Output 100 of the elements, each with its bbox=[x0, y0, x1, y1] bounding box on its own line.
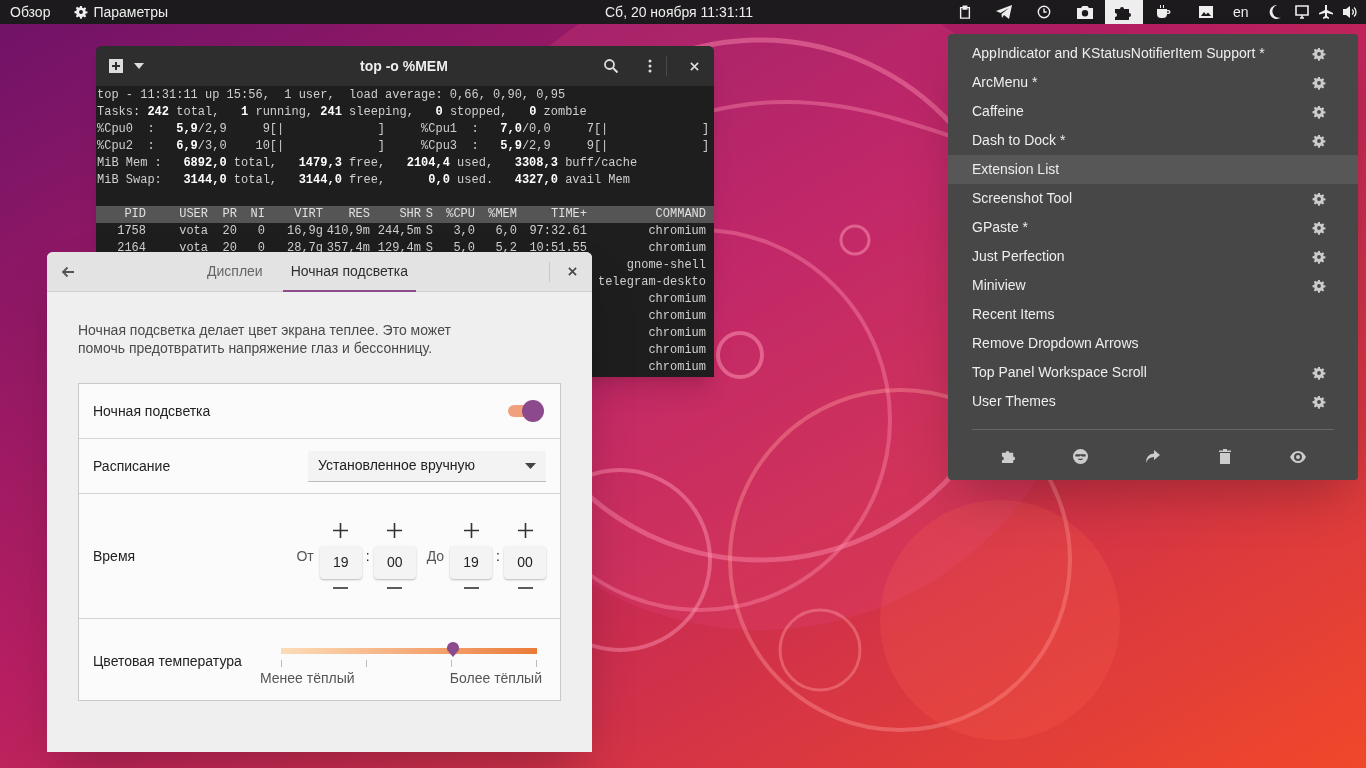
keyboard-layout-indicator[interactable]: en bbox=[1233, 1, 1249, 23]
menu-item[interactable]: AppIndicator and KStatusNotifierItem Support * bbox=[948, 39, 1358, 68]
slider-thumb[interactable] bbox=[445, 640, 460, 657]
column-header: USER bbox=[179, 206, 208, 223]
minus-button[interactable] bbox=[517, 587, 533, 589]
menu-item-label: Screenshot Tool bbox=[972, 189, 1073, 208]
setting-label: Время bbox=[93, 546, 136, 566]
menu-item[interactable]: Caffeine bbox=[948, 97, 1358, 126]
settings-icon[interactable] bbox=[1312, 394, 1326, 409]
menu-item[interactable]: Miniview bbox=[948, 271, 1358, 300]
minus-button[interactable] bbox=[333, 587, 349, 589]
back-arrow-icon[interactable] bbox=[61, 265, 75, 278]
menu-item[interactable]: Screenshot Tool bbox=[948, 184, 1358, 213]
table-cell: 5,2 bbox=[495, 240, 517, 257]
puzzle-icon[interactable] bbox=[1105, 0, 1143, 24]
minus-button[interactable] bbox=[463, 587, 479, 589]
search-icon[interactable] bbox=[604, 59, 618, 73]
plus-button[interactable] bbox=[387, 523, 403, 538]
clipboard-icon[interactable] bbox=[958, 5, 972, 19]
paper-plane-icon[interactable] bbox=[996, 5, 1012, 19]
caret-icon bbox=[525, 462, 536, 469]
menu-item-label: Just Perfection bbox=[972, 247, 1065, 266]
terminal-line: MiB Swap: 3144,0 total, 3144,0 free, 0,0 used. 4327,0 avail Mem bbox=[96, 172, 631, 189]
column-header: TIME+ bbox=[551, 206, 587, 223]
time-field[interactable]: 19 bbox=[319, 546, 362, 579]
settings-icon[interactable] bbox=[1312, 104, 1326, 119]
settings-icon[interactable] bbox=[1312, 191, 1326, 206]
table-cell: 410,9m bbox=[326, 223, 370, 240]
schedule-dropdown[interactable]: Установленное вручную bbox=[308, 450, 546, 482]
table-cell: 97:32.61 bbox=[529, 223, 587, 240]
table-cell: 5,0 bbox=[453, 240, 475, 257]
menu-item[interactable]: Dash to Dock * bbox=[948, 126, 1358, 155]
camera-icon[interactable] bbox=[1077, 5, 1093, 19]
menu-item-label: Remove Dropdown Arrows bbox=[972, 334, 1139, 353]
clock-button[interactable]: Сб, 20 ноября 11:31:11 bbox=[605, 1, 753, 23]
settings-icon[interactable] bbox=[1312, 75, 1326, 90]
column-header: SHR bbox=[399, 206, 421, 223]
caret-icon[interactable] bbox=[134, 63, 144, 69]
minus-button[interactable] bbox=[387, 587, 403, 589]
table-cell: S bbox=[425, 240, 433, 257]
time-field[interactable]: 19 bbox=[450, 546, 493, 579]
menu-item[interactable]: Recent Items bbox=[948, 300, 1358, 329]
time-field[interactable]: 00 bbox=[373, 546, 416, 579]
menu-item-label: Top Panel Workspace Scroll bbox=[972, 363, 1147, 382]
puzzle-icon[interactable] bbox=[1000, 449, 1016, 464]
setting-label: Расписание bbox=[93, 456, 171, 476]
settings-icon[interactable] bbox=[1312, 249, 1326, 264]
settings-icon[interactable] bbox=[1312, 46, 1326, 61]
time-separator: : bbox=[496, 546, 500, 566]
description-text: Ночная подсветка делает цвет экрана теплее. Это может помочь предотвратить напряжение глаз и бессонницу. bbox=[78, 321, 452, 357]
settings-icon[interactable] bbox=[1312, 133, 1326, 148]
settings-icon[interactable] bbox=[1312, 220, 1326, 235]
app-menu-button[interactable]: Параметры bbox=[93, 1, 169, 23]
activities-button[interactable]: Обзор bbox=[0, 1, 61, 23]
close-icon[interactable] bbox=[568, 267, 577, 276]
plus-button[interactable] bbox=[333, 523, 349, 538]
table-cell: 6,0 bbox=[495, 223, 517, 240]
coffee-cup-icon[interactable] bbox=[1155, 4, 1171, 20]
trash-icon[interactable] bbox=[1219, 449, 1232, 464]
plus-button[interactable] bbox=[463, 523, 479, 538]
table-cell: gnome-shell bbox=[626, 257, 706, 274]
slider-label: Более тёплый bbox=[449, 668, 542, 688]
sunglasses-face-icon[interactable] bbox=[1073, 449, 1089, 464]
menu-item[interactable]: Extension List bbox=[948, 155, 1358, 184]
airplane-icon[interactable] bbox=[1318, 5, 1333, 19]
table-cell: chromium bbox=[648, 359, 706, 376]
moon-icon[interactable] bbox=[1268, 5, 1281, 19]
new-tab-icon[interactable] bbox=[109, 59, 123, 73]
toggle-switch[interactable] bbox=[508, 400, 544, 422]
settings-icon[interactable] bbox=[1312, 365, 1326, 380]
menu-item-label: ArcMenu * bbox=[972, 73, 1038, 92]
plus-button[interactable] bbox=[517, 523, 533, 538]
menu-item-label: Miniview bbox=[972, 276, 1026, 295]
setting-label: Цветовая температура bbox=[93, 651, 242, 671]
table-cell: vota bbox=[179, 223, 208, 240]
clock-icon[interactable] bbox=[1037, 5, 1051, 19]
table-cell: chromium bbox=[648, 223, 706, 240]
monitor-icon[interactable] bbox=[1294, 5, 1309, 19]
table-cell: 3,0 bbox=[453, 223, 475, 240]
image-icon[interactable] bbox=[1199, 6, 1213, 18]
more-icon[interactable] bbox=[648, 59, 652, 73]
settings-icon[interactable] bbox=[1312, 278, 1326, 293]
speaker-icon[interactable] bbox=[1342, 5, 1357, 19]
time-separator: : bbox=[365, 546, 370, 566]
table-cell: 2164 bbox=[117, 240, 146, 257]
tab[interactable]: Ночная подсветка bbox=[282, 252, 416, 292]
eye-icon[interactable] bbox=[1289, 450, 1306, 463]
time-field[interactable]: 00 bbox=[504, 546, 546, 579]
menu-item[interactable]: ArcMenu * bbox=[948, 68, 1358, 97]
menu-item[interactable]: GPaste * bbox=[948, 213, 1358, 242]
column-header: VIRT bbox=[294, 206, 323, 223]
menu-item[interactable]: Remove Dropdown Arrows bbox=[948, 329, 1358, 358]
table-cell: 0 bbox=[257, 223, 265, 240]
menu-item[interactable]: Top Panel Workspace Scroll bbox=[948, 358, 1358, 387]
menu-item-label: Dash to Dock * bbox=[972, 131, 1066, 150]
menu-item[interactable]: User Themes bbox=[948, 387, 1358, 416]
redo-arrow-icon[interactable] bbox=[1145, 449, 1161, 464]
menu-item[interactable]: Just Perfection bbox=[948, 242, 1358, 271]
column-header: RES bbox=[348, 206, 370, 223]
table-cell: S bbox=[425, 223, 433, 240]
